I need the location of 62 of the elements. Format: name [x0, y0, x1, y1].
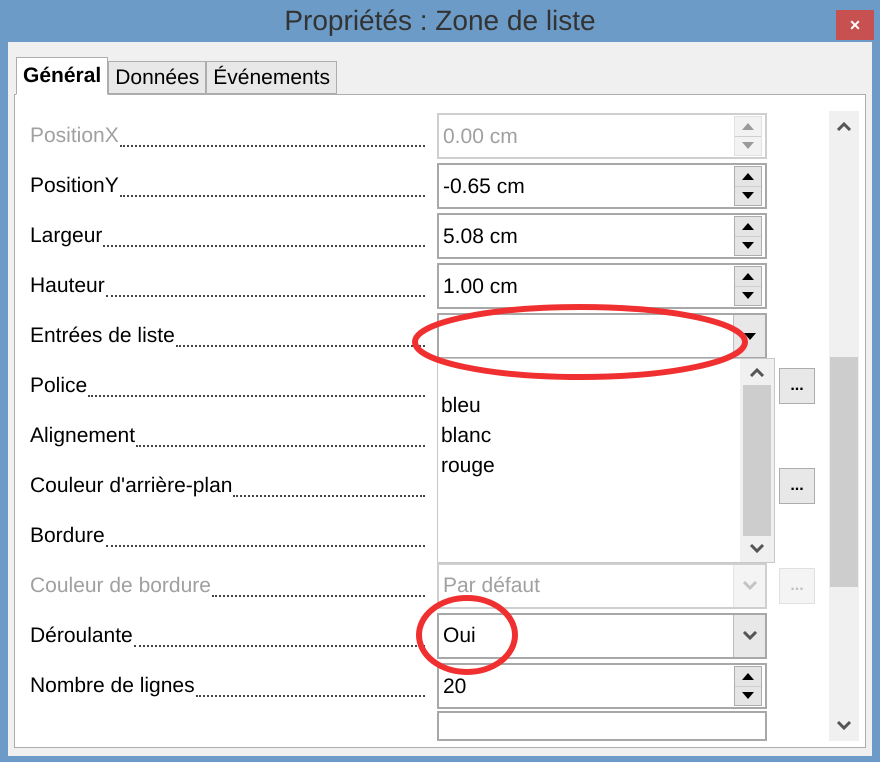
field-value: -0.65 cm	[443, 176, 525, 196]
field-value: 20	[443, 676, 466, 696]
chevron-down-icon	[742, 631, 758, 641]
property-label: PositionX	[30, 123, 119, 150]
spin-field[interactable]: 20	[437, 663, 767, 709]
up-arrow-icon	[742, 172, 754, 180]
tab[interactable]: Général	[16, 57, 108, 95]
combo-field[interactable]	[437, 313, 767, 359]
spin-field[interactable]: 1.00 cm	[437, 263, 767, 309]
up-arrow-icon	[742, 672, 754, 680]
field-value: Oui	[443, 623, 476, 650]
down-arrow-icon	[742, 142, 754, 150]
input-field[interactable]	[437, 711, 767, 741]
property-label: Nombre de lignes	[30, 673, 195, 700]
window-title: Propriétés : Zone de liste	[284, 4, 596, 38]
field-value: 5.08 cm	[443, 226, 518, 246]
down-arrow-icon	[742, 192, 754, 200]
up-arrow-icon	[742, 272, 754, 280]
scrollbar-thumb[interactable]	[830, 357, 858, 587]
property-label: Déroulante	[30, 623, 133, 650]
list-option[interactable]: blanc	[441, 421, 740, 451]
ellipsis-button[interactable]: ...	[779, 368, 815, 404]
chevron-down-icon	[836, 721, 852, 731]
panel-scrollbar[interactable]	[829, 111, 859, 741]
property-label: Police	[30, 373, 88, 400]
property-label: Largeur	[30, 223, 102, 250]
down-arrow-icon	[744, 332, 756, 340]
list-option[interactable]: bleu	[441, 391, 740, 421]
spin-buttons[interactable]	[734, 666, 762, 706]
spin-field[interactable]: -0.65 cm	[437, 163, 767, 209]
list-option[interactable]: rouge	[441, 451, 740, 481]
field-value: Par défaut	[443, 573, 540, 600]
property-label: Bordure	[30, 523, 105, 550]
spin-field[interactable]: 5.08 cm	[437, 213, 767, 259]
dropdown-field[interactable]: Oui	[437, 613, 767, 659]
chevron-up-icon	[836, 121, 852, 131]
property-label: Entrées de liste	[30, 323, 175, 350]
spin-buttons[interactable]	[734, 166, 762, 206]
spin-buttons[interactable]	[734, 216, 762, 256]
up-arrow-icon	[742, 222, 754, 230]
down-arrow-icon	[742, 292, 754, 300]
spin-buttons[interactable]	[734, 266, 762, 306]
tab[interactable]: Événements	[206, 61, 338, 94]
field-value: 0.00 cm	[443, 126, 518, 146]
property-label: PositionY	[30, 173, 119, 200]
up-arrow-icon	[742, 122, 754, 130]
property-label: Couleur d'arrière-plan	[30, 473, 232, 500]
ellipsis-button[interactable]: ...	[779, 468, 815, 504]
tab[interactable]: Données	[108, 61, 206, 94]
scrollbar-thumb[interactable]	[743, 385, 771, 536]
down-arrow-icon	[742, 242, 754, 250]
property-label: Hauteur	[30, 273, 105, 300]
field-value: 1.00 cm	[443, 276, 518, 296]
chevron-up-icon	[749, 367, 765, 377]
property-label: Alignement	[30, 423, 136, 450]
property-label: Couleur de bordure	[30, 573, 211, 600]
dropdown-button[interactable]	[733, 615, 765, 657]
chevron-down-icon	[742, 581, 758, 591]
list-scrollbar[interactable]	[740, 359, 774, 562]
down-arrow-icon	[742, 692, 754, 700]
close-button[interactable]: ×	[836, 10, 874, 40]
chevron-down-icon	[749, 544, 765, 554]
